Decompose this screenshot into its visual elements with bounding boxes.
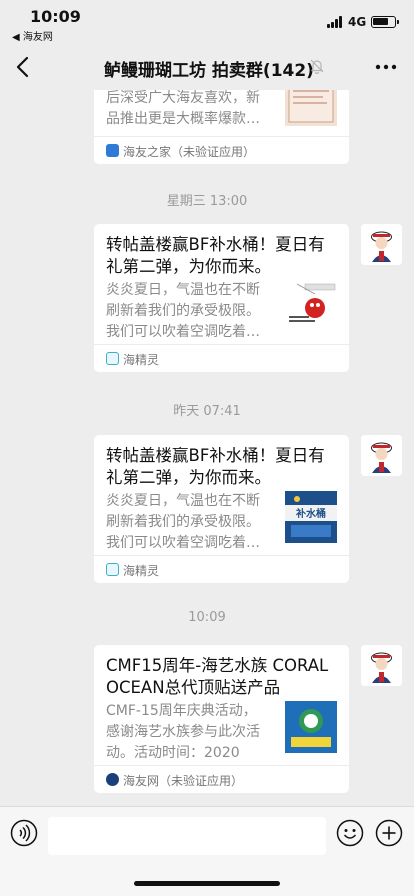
card-source-label: 海友之家（未验证应用） xyxy=(123,145,256,159)
timestamp: 星期三 13:00 xyxy=(166,194,248,209)
link-card[interactable]: 转帖盖楼赢BF补水桶！夏日有礼第二弹，为你而来。 炎炎夏日，气温也在不断刷新着我… xyxy=(94,224,349,372)
network-type: 4G xyxy=(348,15,367,29)
chat-title: 鲈鳗珊瑚工坊 拍卖群(142) xyxy=(104,61,314,81)
signal-icon xyxy=(327,16,343,28)
link-card[interactable]: CMF15周年-海艺水族 CORAL OCEAN总代顶贴送产品 CMF-15周年… xyxy=(94,645,349,793)
timestamp: 昨天 07:41 xyxy=(173,404,241,419)
timestamp: 10:09 xyxy=(188,610,226,625)
card-thumbnail: 补水桶 xyxy=(285,491,337,543)
message-input[interactable] xyxy=(48,817,326,855)
card-description: CMF-15周年庆典活动，感谢海艺水族参与此次活动。活动时间：2020年… xyxy=(106,703,260,761)
card-description: 后深受广大海友喜欢，新品推出更是大概率爆款… xyxy=(106,90,260,127)
card-title: 转帖盖楼赢BF补水桶！夏日有礼第二弹，为你而来。 xyxy=(106,446,325,487)
haiyou-home-icon xyxy=(106,144,119,157)
card-title: 转帖盖楼赢BF补水桶！夏日有礼第二弹，为你而来。 xyxy=(106,235,325,276)
thumb-caption: 补水桶 xyxy=(295,507,326,520)
back-to-app-link[interactable]: ◀ 海友网 xyxy=(12,28,53,43)
link-card[interactable]: 后深受广大海友喜欢，新品推出更是大概率爆款… 海友之家（未验证应用） xyxy=(94,90,349,164)
haiyouwang-icon xyxy=(106,773,119,786)
mute-bell-icon xyxy=(310,59,324,74)
home-indicator[interactable] xyxy=(134,881,280,886)
voice-input-icon[interactable] xyxy=(10,819,38,847)
card-description: 炎炎夏日，气温也在不断刷新着我们的承受极限。我们可以吹着空调吃着… xyxy=(106,493,260,551)
battery-icon xyxy=(371,16,399,28)
card-source: 海精灵 xyxy=(94,344,349,372)
card-source: 海友之家（未验证应用） xyxy=(94,136,349,164)
haijingling-icon xyxy=(106,563,119,576)
chat-header: 鲈鳗珊瑚工坊 拍卖群(142) xyxy=(0,46,414,90)
more-functions-icon[interactable] xyxy=(375,819,403,847)
message-list[interactable]: 后深受广大海友喜欢，新品推出更是大概率爆款… 海友之家（未验证应用） 星期三 1… xyxy=(0,90,414,806)
card-source: 海友网（未验证应用） xyxy=(94,765,349,793)
link-card[interactable]: 转帖盖楼赢BF补水桶！夏日有礼第二弹，为你而来。 炎炎夏日，气温也在不断刷新着我… xyxy=(94,435,349,583)
back-arrow-icon[interactable] xyxy=(12,54,36,80)
avatar[interactable] xyxy=(361,435,402,476)
more-options-icon[interactable] xyxy=(374,60,398,74)
avatar[interactable] xyxy=(361,224,402,265)
card-description: 炎炎夏日，气温也在不断刷新着我们的承受极限。我们可以吹着空调吃着… xyxy=(106,282,260,340)
card-source-label: 海友网（未验证应用） xyxy=(123,774,244,788)
card-thumbnail xyxy=(285,278,337,330)
card-thumbnail xyxy=(285,90,337,126)
haijingling-icon xyxy=(106,352,119,365)
card-source-label: 海精灵 xyxy=(123,353,160,367)
emoji-icon[interactable] xyxy=(336,819,364,847)
card-title: CMF15周年-海艺水族 CORAL OCEAN总代顶贴送产品 xyxy=(106,656,329,697)
card-source: 海精灵 xyxy=(94,555,349,583)
status-time: 10:09 xyxy=(30,7,81,26)
card-thumbnail xyxy=(285,701,337,753)
avatar[interactable] xyxy=(361,645,402,686)
status-bar: 10:09 ◀ 海友网 4G xyxy=(0,0,414,46)
card-source-label: 海精灵 xyxy=(123,564,160,578)
